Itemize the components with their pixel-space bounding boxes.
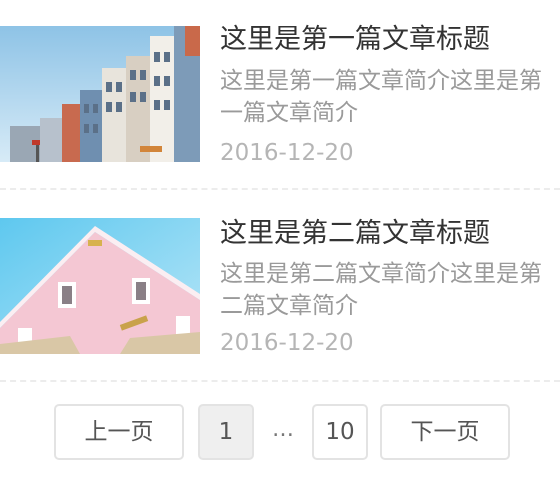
prev-page-button[interactable]: 上一页 <box>54 404 184 460</box>
article-thumbnail[interactable] <box>0 218 200 354</box>
article-title[interactable]: 这里是第一篇文章标题 <box>220 24 556 56</box>
pink-building-image <box>0 218 200 354</box>
pagination-ellipsis: … <box>272 417 294 442</box>
pagination: 上一页 1 … 10 下一页 <box>0 404 560 460</box>
article-item[interactable]: 这里是第一篇文章标题 这里是第一篇文章简介这里是第一篇文章简介 2016-12-… <box>0 0 560 190</box>
article-summary: 这里是第二篇文章简介这里是第二篇文章简介 <box>220 261 542 319</box>
next-page-button[interactable]: 下一页 <box>380 404 510 460</box>
article-summary: 这里是第一篇文章简介这里是第一篇文章简介 <box>220 68 542 126</box>
page-10-button[interactable]: 10 <box>312 404 368 460</box>
article-title[interactable]: 这里是第二篇文章标题 <box>220 218 556 250</box>
colorful-townhouses-image <box>0 26 200 162</box>
article-item[interactable]: 这里是第二篇文章标题 这里是第二篇文章简介这里是第二篇文章简介 2016-12-… <box>0 192 560 382</box>
article-date: 2016-12-20 <box>220 330 354 356</box>
article-date: 2016-12-20 <box>220 140 354 166</box>
article-thumbnail[interactable] <box>0 26 200 162</box>
page-1-button[interactable]: 1 <box>198 404 254 460</box>
